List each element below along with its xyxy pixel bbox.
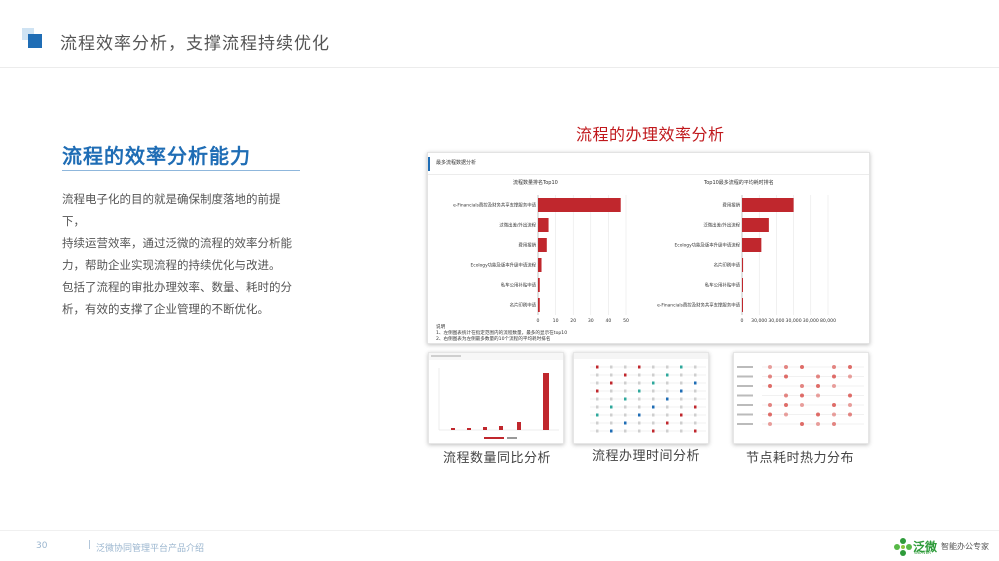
x-tick-label: 80,000: [820, 318, 836, 324]
x-tick-label: 50: [623, 318, 629, 324]
x-tick-label: 30,000: [751, 318, 767, 324]
brand-slogan: 智能办公专家: [941, 542, 989, 551]
bar: [742, 218, 769, 232]
footer-divider: [0, 530, 999, 531]
bar-charts: 0 10 20 30 40 50e-Financials费控及财务共享支撑服务申请过微出差…: [453, 195, 836, 324]
thumbnail-node-heatmap[interactable]: [733, 352, 869, 444]
bar: [742, 198, 794, 212]
category-label: 私车公用补贴申请: [501, 282, 537, 289]
efficiency-chart-panel: 最多流程数据分析 流程数量排名Top10 Top10最多流程的平均耗时排名 01…: [427, 152, 870, 344]
category-label: 费用报销: [722, 202, 740, 209]
category-label: 费用报销: [518, 242, 536, 249]
paragraph-line: 析，有效的支撑了企业管理的不断优化。: [62, 302, 269, 316]
footer-separator: |: [88, 540, 92, 550]
caption-count-comparison: 流程数量同比分析: [443, 451, 552, 466]
description-paragraph: 流程电子化的目的就是确保制度落地的前提下， 持续运营效率，通过泛微的流程的效率分…: [62, 188, 302, 320]
x-tick-label: 30: [588, 318, 594, 324]
bar: [742, 298, 743, 312]
thumbnail-handling-time[interactable]: [573, 352, 709, 444]
thumbnail-timeline-chart: [574, 353, 708, 433]
paragraph-line: 流程电子化的目的就是确保制度落地的前提下，: [62, 192, 281, 228]
page-title: 流程效率分析，支撑流程持续优化: [60, 34, 330, 54]
category-label: Ecology功能及版本升级申请流程: [675, 242, 741, 249]
bar: [538, 278, 540, 292]
category-label: e-Financials费控及财务共享支撑服务申请: [657, 302, 740, 309]
leaf-logo-icon: [894, 538, 912, 556]
caption-handling-time: 流程办理时间分析: [592, 449, 701, 464]
x-tick-label: 0: [741, 318, 744, 324]
bar: [538, 298, 540, 312]
category-label: 私车公用补贴申请: [705, 282, 741, 289]
category-label: 名片印刷申请: [714, 262, 741, 269]
category-label: Ecology功能及版本升级申请流程: [471, 262, 537, 269]
x-tick-label: 0: [537, 318, 540, 324]
paragraph-line: 包括了流程的审批办理效率、数量、耗时的分: [62, 280, 292, 294]
category-label: 泛微出差/外出流程: [703, 222, 740, 229]
bar: [538, 258, 542, 272]
category-label: 名片印刷申请: [510, 302, 537, 309]
x-tick-label: 10: [553, 318, 559, 324]
bar: [742, 278, 743, 292]
page-number: 30: [36, 541, 48, 551]
brand-sub: WEAVER: [914, 550, 932, 555]
x-tick-label: 40: [605, 318, 611, 324]
caption-node-heatmap: 节点耗时热力分布: [746, 451, 855, 466]
bar: [538, 218, 549, 232]
footer-text: 泛微协同管理平台产品介绍: [96, 544, 205, 554]
header-square-icon: [22, 28, 42, 48]
bar: [742, 238, 762, 252]
x-tick-label: 30,000: [803, 318, 819, 324]
section-title: 流程的效率分析能力: [62, 144, 251, 168]
bar: [538, 238, 547, 252]
chart-heading: 流程的办理效率分析: [576, 125, 725, 144]
paragraph-line: 持续运营效率，通过泛微的流程的效率分析能: [62, 236, 292, 250]
x-tick-label: 30,000: [768, 318, 784, 324]
thumbnail-count-comparison[interactable]: [428, 352, 564, 444]
category-label: e-Financials费控及财务共享支撑服务申请: [453, 202, 536, 209]
paragraph-line: 力，帮助企业实现流程的持续优化与改进。: [62, 258, 281, 272]
title-underline: [62, 170, 300, 171]
bar: [742, 258, 744, 272]
brand-logo: 泛微 WEAVER 智能办公专家: [893, 537, 989, 557]
x-tick-label: 30,000: [786, 318, 802, 324]
note-line-2: 2、右侧图表为左侧最多数量的10个流程的平均耗时排名: [436, 337, 551, 342]
page-header: 流程效率分析，支撑流程持续优化: [0, 0, 999, 68]
x-tick-label: 20: [570, 318, 576, 324]
thumbnail-heatmap-chart: [737, 365, 864, 426]
category-label: 过微出差/外出流程: [499, 222, 536, 229]
thumbnail-bar-chart: [429, 353, 563, 439]
bar: [538, 198, 621, 212]
